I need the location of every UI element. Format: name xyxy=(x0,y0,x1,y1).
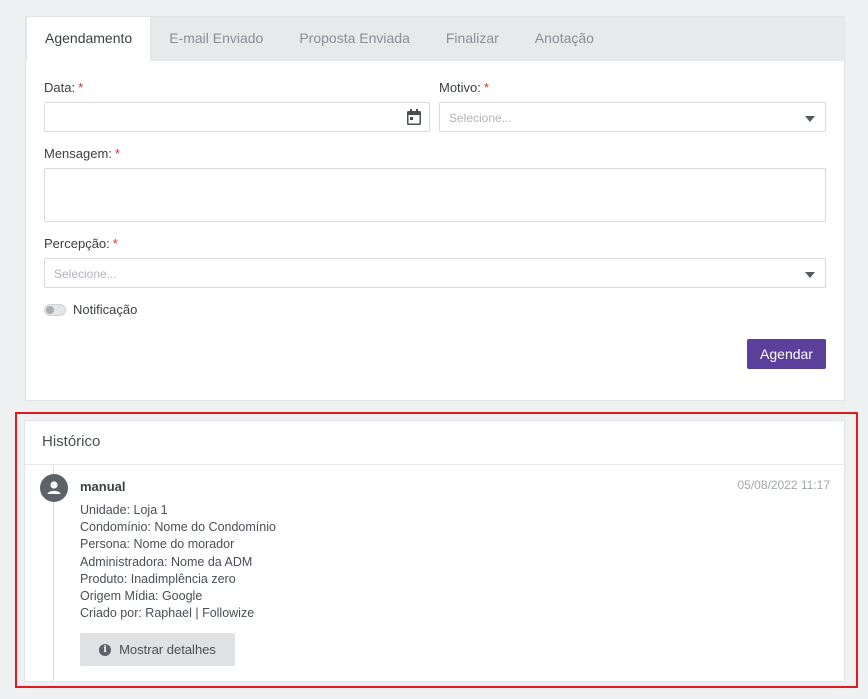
detail-unidade: Unidade: Loja 1 xyxy=(80,503,168,517)
history-panel: Histórico manual 05/08/2022 11:17 Unidad… xyxy=(24,420,845,682)
mensagem-label-text: Mensagem: xyxy=(44,146,112,161)
history-entry-details: Unidade: Loja 1 Condomínio: Nome do Cond… xyxy=(80,502,276,622)
detail-origem-midia: Origem Mídia: Google xyxy=(80,589,203,604)
data-label-text: Data: xyxy=(44,80,76,95)
caret-down-icon xyxy=(805,116,815,122)
motivo-label-text: Motivo: xyxy=(439,80,481,95)
required-mark: * xyxy=(483,80,489,95)
date-input[interactable] xyxy=(44,102,430,132)
percepcao-select[interactable]: Selecione... xyxy=(44,258,826,288)
schedule-card: Agendamento E-mail Enviado Proposta Envi… xyxy=(25,16,845,401)
tab-bar: Agendamento E-mail Enviado Proposta Envi… xyxy=(26,17,844,61)
percepcao-placeholder: Selecione... xyxy=(54,267,117,281)
mostrar-detalhes-button[interactable]: i Mostrar detalhes xyxy=(80,633,235,666)
detail-persona: Persona: Nome do morador xyxy=(80,537,235,552)
mensagem-label: Mensagem: * xyxy=(44,146,120,161)
data-label: Data: * xyxy=(44,80,83,95)
motivo-select[interactable]: Selecione... xyxy=(439,102,826,132)
required-mark: * xyxy=(78,80,84,95)
mostrar-detalhes-label: Mostrar detalhes xyxy=(119,642,216,657)
user-silhouette xyxy=(47,481,61,494)
percepcao-label-text: Percepção: xyxy=(44,236,110,251)
caret-down-icon xyxy=(805,272,815,278)
calendar-icon[interactable] xyxy=(407,109,421,125)
user-icon xyxy=(40,474,68,502)
history-entry-title: manual xyxy=(80,479,126,494)
motivo-label: Motivo: * xyxy=(439,80,489,95)
detail-condominio: Condomínio: Nome do Condomínio xyxy=(80,520,276,535)
toggle-knob xyxy=(46,306,54,314)
info-icon: i xyxy=(99,643,112,656)
motivo-placeholder: Selecione... xyxy=(449,111,512,125)
percepcao-label: Percepção: * xyxy=(44,236,118,251)
required-mark: * xyxy=(112,236,118,251)
mensagem-textarea[interactable] xyxy=(44,168,826,222)
detail-administradora: Administradora: Nome da ADM xyxy=(80,554,253,569)
history-title: Histórico xyxy=(25,421,844,465)
tab-proposta-enviada[interactable]: Proposta Enviada xyxy=(281,17,428,61)
notificacao-label: Notificação xyxy=(73,302,138,317)
history-entry-timestamp: 05/08/2022 11:17 xyxy=(737,478,830,492)
tab-agendamento[interactable]: Agendamento xyxy=(26,17,152,61)
tab-finalizar[interactable]: Finalizar xyxy=(428,17,517,61)
tab-anotacao[interactable]: Anotação xyxy=(517,17,612,61)
notificacao-toggle[interactable] xyxy=(44,304,66,316)
tab-email-enviado[interactable]: E-mail Enviado xyxy=(151,17,281,61)
detail-criado-por: Criado por: Raphael | Followize xyxy=(80,606,255,621)
agendar-button[interactable]: Agendar xyxy=(747,339,826,369)
detail-produto: Produto: Inadimplência zero xyxy=(80,571,236,586)
required-mark: * xyxy=(114,146,120,161)
